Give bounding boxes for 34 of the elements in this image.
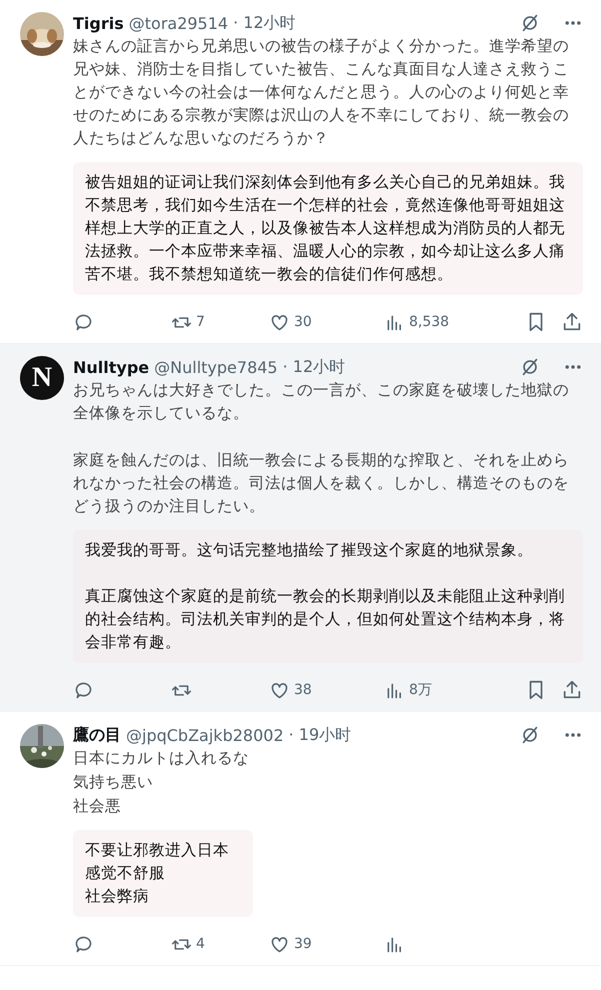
display-name[interactable]: Nulltype	[73, 358, 150, 376]
translation-text: 被告姐姐的证词让我们深刻体会到他有多么关心自己的兄弟姐妹。我不禁思考，我们如今生活在一个怎样的社会，竟然连像他哥哥姐姐这样想上大学的正直之人，以及像被告本人这样想成为消防员的人都无法拯救。一个本应带来幸福、温暖人心的宗教，如今却让这么多人痛苦不堪。我不禁想知道统一教会的信徒们作何感想。	[85, 172, 566, 285]
display-name[interactable]: Tigris	[73, 14, 124, 32]
handle[interactable]: @tora29514	[128, 14, 228, 32]
timestamp: · 19小时	[288, 724, 352, 746]
translation-text: 我爱我的哥哥。这句话完整地描绘了摧毁这个家庭的地狱景象。	[85, 540, 534, 561]
post-text: 日本にカルトは入れるな	[73, 748, 250, 769]
share-icon[interactable]	[561, 311, 583, 333]
handle[interactable]: @Nulltype7845	[154, 358, 278, 376]
post-text: 気持ち悪い	[73, 772, 154, 793]
share-icon[interactable]	[561, 679, 583, 701]
post-text: 家庭を蝕んだのは、旧統一教会による長期的な搾取と、それを止められなかった社会の構造。司法は個人を裁く。しかし、構造そのものをどう扱うのか注目したい。	[73, 450, 570, 517]
reply-icon[interactable]	[73, 934, 94, 954]
post-text: 妹さんの証言から兄弟思いの被告の様子がよく分かった。進学希望の兄や妹、消防士を目指していた被告、こんな真面目な人達さえ救うことができない今の社会は一体何なんだと思う。人の心のより何処と幸せのためにある宗教が実際は沢山の人を不幸にしており、統一教会の人たちはどんな思いなのだろうか？	[73, 36, 570, 149]
translation-text: 真正腐蚀这个家庭的是前统一教会的长期剥削以及未能阻止这种剥削的社会结构。司法机关审判的是个人，但如何处置这个结构本身，将会非常有趣。	[85, 586, 566, 653]
like-count: 38	[294, 682, 312, 698]
translation-text: 社会弊病	[85, 886, 150, 907]
view-count: 8万	[409, 681, 432, 699]
translation-text: 感觉不舒服	[85, 863, 166, 884]
like-count: 39	[294, 936, 312, 952]
display-name[interactable]: 鷹の目	[73, 724, 121, 746]
repost-count: 7	[196, 314, 205, 330]
post-text: お兄ちゃんは大好きでした。この一言が、この家庭を破壊した地獄の全体像を示しているな。	[73, 380, 570, 424]
reply-icon[interactable]	[73, 312, 94, 332]
reply-icon[interactable]	[73, 680, 94, 700]
translation-text: 不要让邪教进入日本	[85, 840, 229, 861]
timestamp: · 12小时	[233, 12, 296, 34]
repost-count: 4	[196, 936, 205, 952]
post-text: 社会悪	[73, 796, 122, 817]
avatar[interactable]: N	[20, 356, 64, 400]
handle[interactable]: @jpqCbZajkb28002	[126, 726, 284, 744]
timestamp: · 12小时	[282, 356, 346, 378]
view-count: 8,538	[409, 314, 450, 330]
like-count: 30	[294, 314, 312, 330]
